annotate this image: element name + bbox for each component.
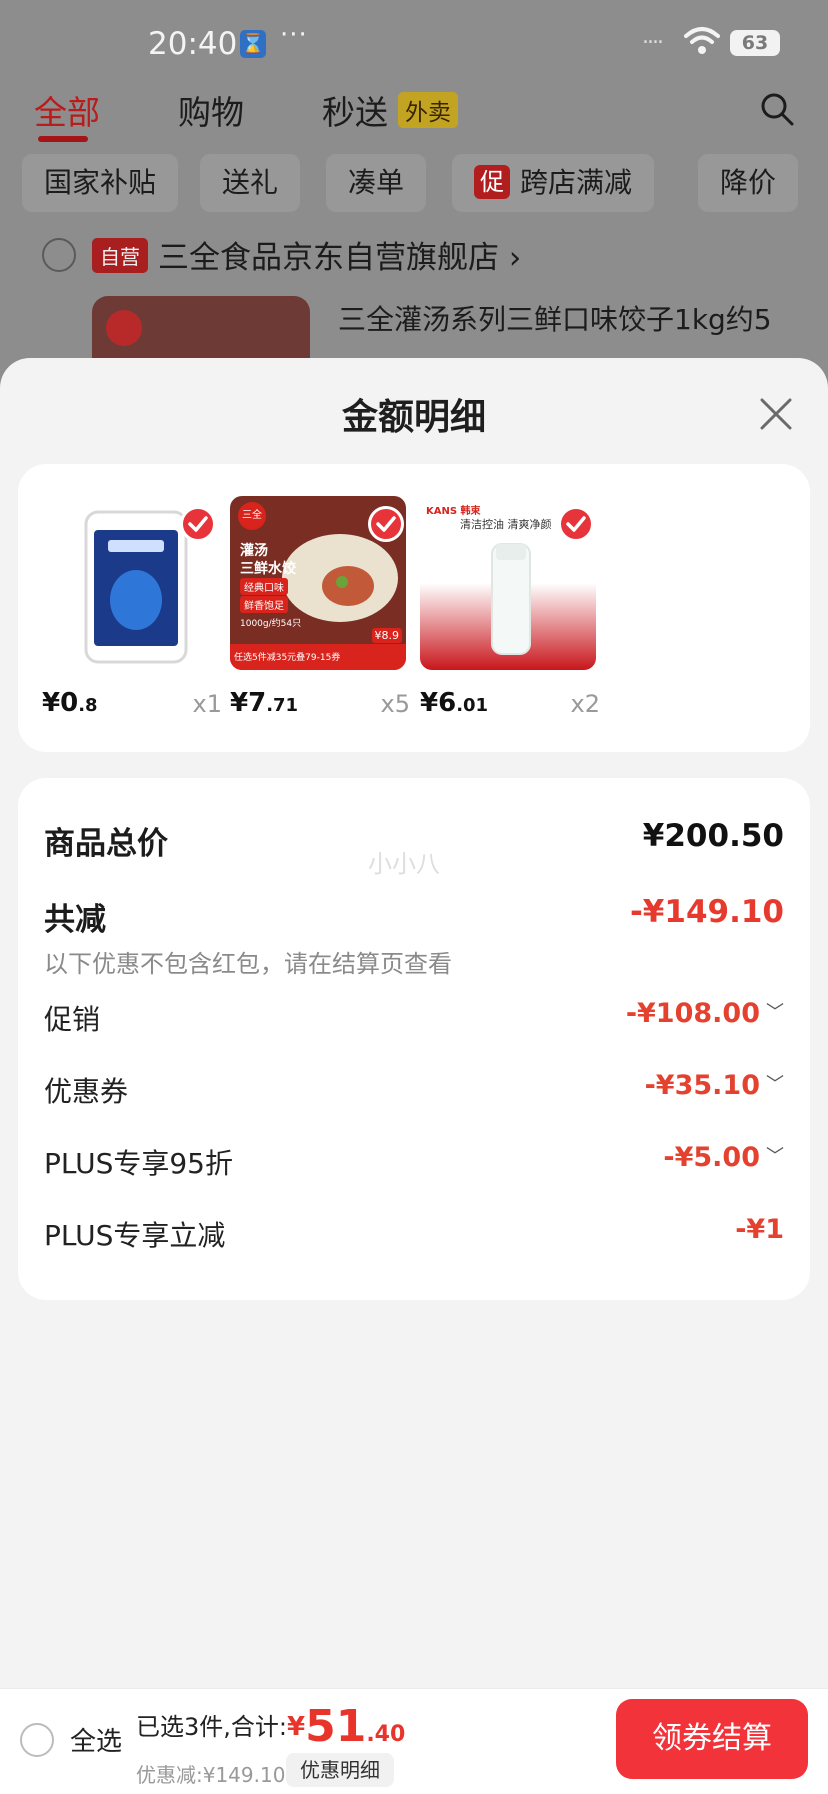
signal-icon: ....	[642, 24, 664, 49]
total-price-label: 商品总价	[44, 826, 168, 862]
total-reduction-label: 共减	[44, 902, 106, 938]
chip-gift[interactable]: 送礼	[200, 154, 301, 212]
coupon-row[interactable]: 优惠券 -¥35.10 ﹀	[44, 1070, 784, 1110]
plus-instant-row: PLUS专享立减 -¥1	[44, 1214, 784, 1254]
image-spec: 1000g/约54只	[240, 619, 302, 629]
status-time: 20:40	[148, 26, 238, 62]
item-checked-icon[interactable]	[180, 506, 216, 542]
price-breakdown-card: 小小八 商品总价 ¥200.50 共减 -¥149.10 以下优惠不包含红包，请…	[18, 778, 810, 1300]
store-name[interactable]: 三全食品京东自营旗舰店 ›	[158, 232, 521, 277]
chip-national-subsidy[interactable]: 国家补贴	[22, 154, 179, 212]
plus-discount-label: PLUS专享95折	[44, 1147, 233, 1180]
coupon-value: -¥35.10 ﹀	[644, 1070, 784, 1101]
plus-instant-value: -¥1	[735, 1214, 784, 1245]
selected-count: 已选3件,合计:	[136, 1713, 287, 1741]
total-reduction-value: -¥149.10	[629, 894, 784, 930]
item-checked-icon[interactable]	[368, 506, 404, 542]
chevron-down-icon: ﹀	[766, 1002, 784, 1023]
summary-line: 已选3件,合计:¥51.40	[136, 1701, 405, 1752]
brand-logo: 三全	[238, 502, 266, 530]
promotion-row[interactable]: 促销 -¥108.00 ﹀	[44, 998, 784, 1038]
wifi-icon	[684, 27, 720, 54]
total-price-value: ¥200.50	[642, 818, 784, 854]
total-price-row: 商品总价 ¥200.50	[44, 818, 784, 862]
item-price: ¥0.8	[42, 688, 98, 718]
self-operated-tag: 自营	[92, 238, 148, 273]
close-icon[interactable]	[754, 392, 798, 436]
image-tag: 鲜香饱足	[240, 596, 288, 613]
item-quantity: x5	[380, 690, 410, 718]
top-tabs: 全部 购物 秒送 外卖	[0, 86, 828, 146]
brand-logo	[106, 310, 142, 346]
chip-price-drop[interactable]: 降价	[698, 154, 799, 212]
search-icon[interactable]	[760, 92, 794, 126]
filter-chips: 国家补贴 送礼 凑单 促跨店满减 降价	[0, 154, 828, 212]
chip-label: 国家补贴	[44, 166, 157, 199]
item-quantity: x2	[570, 690, 600, 718]
chip-label: 跨店满减	[520, 166, 633, 199]
total-decimal: .40	[366, 1722, 406, 1747]
store-select-radio[interactable]	[42, 238, 76, 272]
discount-detail-button[interactable]: 优惠明细	[286, 1753, 394, 1787]
saved-amount: 优惠减:¥149.10	[136, 1763, 286, 1787]
promo-badge: 促	[474, 165, 510, 199]
select-all-label[interactable]: 全选	[70, 1721, 122, 1758]
store-row: 自营 三全食品京东自营旗舰店 ›	[0, 230, 828, 280]
status-bar: 20:40 ⌛ ··· .... 63	[0, 20, 828, 68]
chip-label: 凑单	[348, 166, 405, 199]
tab-all[interactable]: 全部	[34, 86, 100, 134]
reduction-note: 以下优惠不包含红包，请在结算页查看	[44, 950, 452, 978]
chip-label: 送礼	[222, 166, 279, 199]
total-integer: 51	[305, 1701, 367, 1752]
image-title-line: 灌汤	[240, 543, 268, 559]
image-title-line: 三鲜水饺	[240, 561, 296, 577]
amount-detail-sheet: 金额明细 ¥0.8 x1 三全 灌汤 三鲜水饺 经典口味 鲜香饱足 1000g/…	[0, 358, 828, 1794]
item-quantity: x1	[192, 690, 222, 718]
chevron-down-icon: ﹀	[766, 1074, 784, 1095]
background-page: 20:40 ⌛ ··· .... 63 全部 购物 秒送 外卖 国家补贴 送礼 …	[0, 0, 828, 380]
coupon-label: 优惠券	[44, 1075, 129, 1108]
checkout-bar: 全选 已选3件,合计:¥51.40 优惠减:¥149.10 优惠明细 领券结算	[0, 1688, 828, 1794]
image-tag: 经典口味	[240, 578, 288, 595]
chip-add-on[interactable]: 凑单	[326, 154, 427, 212]
image-promo: 任选5件减35元叠79-15券	[234, 653, 341, 663]
hourglass-icon: ⌛	[240, 30, 266, 58]
item-checked-icon[interactable]	[558, 506, 594, 542]
plus-discount-value: -¥5.00 ﹀	[663, 1142, 784, 1173]
tab-instant[interactable]: 秒送	[322, 86, 388, 134]
item-price: ¥7.71	[230, 688, 299, 718]
plus-instant-label: PLUS专享立减	[44, 1219, 226, 1252]
total-reduction-row: 共减 -¥149.10	[44, 894, 784, 938]
battery-icon: 63	[730, 30, 780, 56]
product-title[interactable]: 三全灌汤系列三鲜口味饺子1kg约5	[338, 298, 772, 338]
item-price: ¥6.01	[420, 688, 489, 718]
image-price-tag: ¥8.9	[371, 628, 402, 643]
tab-shopping[interactable]: 购物	[178, 86, 244, 134]
select-all-radio[interactable]	[20, 1723, 54, 1757]
selected-items-card: ¥0.8 x1 三全 灌汤 三鲜水饺 经典口味 鲜香饱足 1000g/约54只 …	[18, 464, 810, 752]
plus-discount-row[interactable]: PLUS专享95折 -¥5.00 ﹀	[44, 1142, 784, 1182]
promotion-value: -¥108.00 ﹀	[625, 998, 784, 1029]
chip-cross-store-discount[interactable]: 促跨店满减	[452, 154, 655, 212]
waimai-badge: 外卖	[398, 92, 458, 128]
total-currency: ¥	[286, 1712, 306, 1742]
promotion-label: 促销	[44, 1003, 101, 1036]
tab-underline	[38, 136, 88, 142]
chip-label: 降价	[720, 166, 777, 199]
sheet-title: 金额明细	[341, 397, 486, 438]
more-dots-icon: ···	[280, 20, 308, 50]
chevron-down-icon: ﹀	[766, 1146, 784, 1167]
checkout-button[interactable]: 领券结算	[616, 1699, 808, 1779]
